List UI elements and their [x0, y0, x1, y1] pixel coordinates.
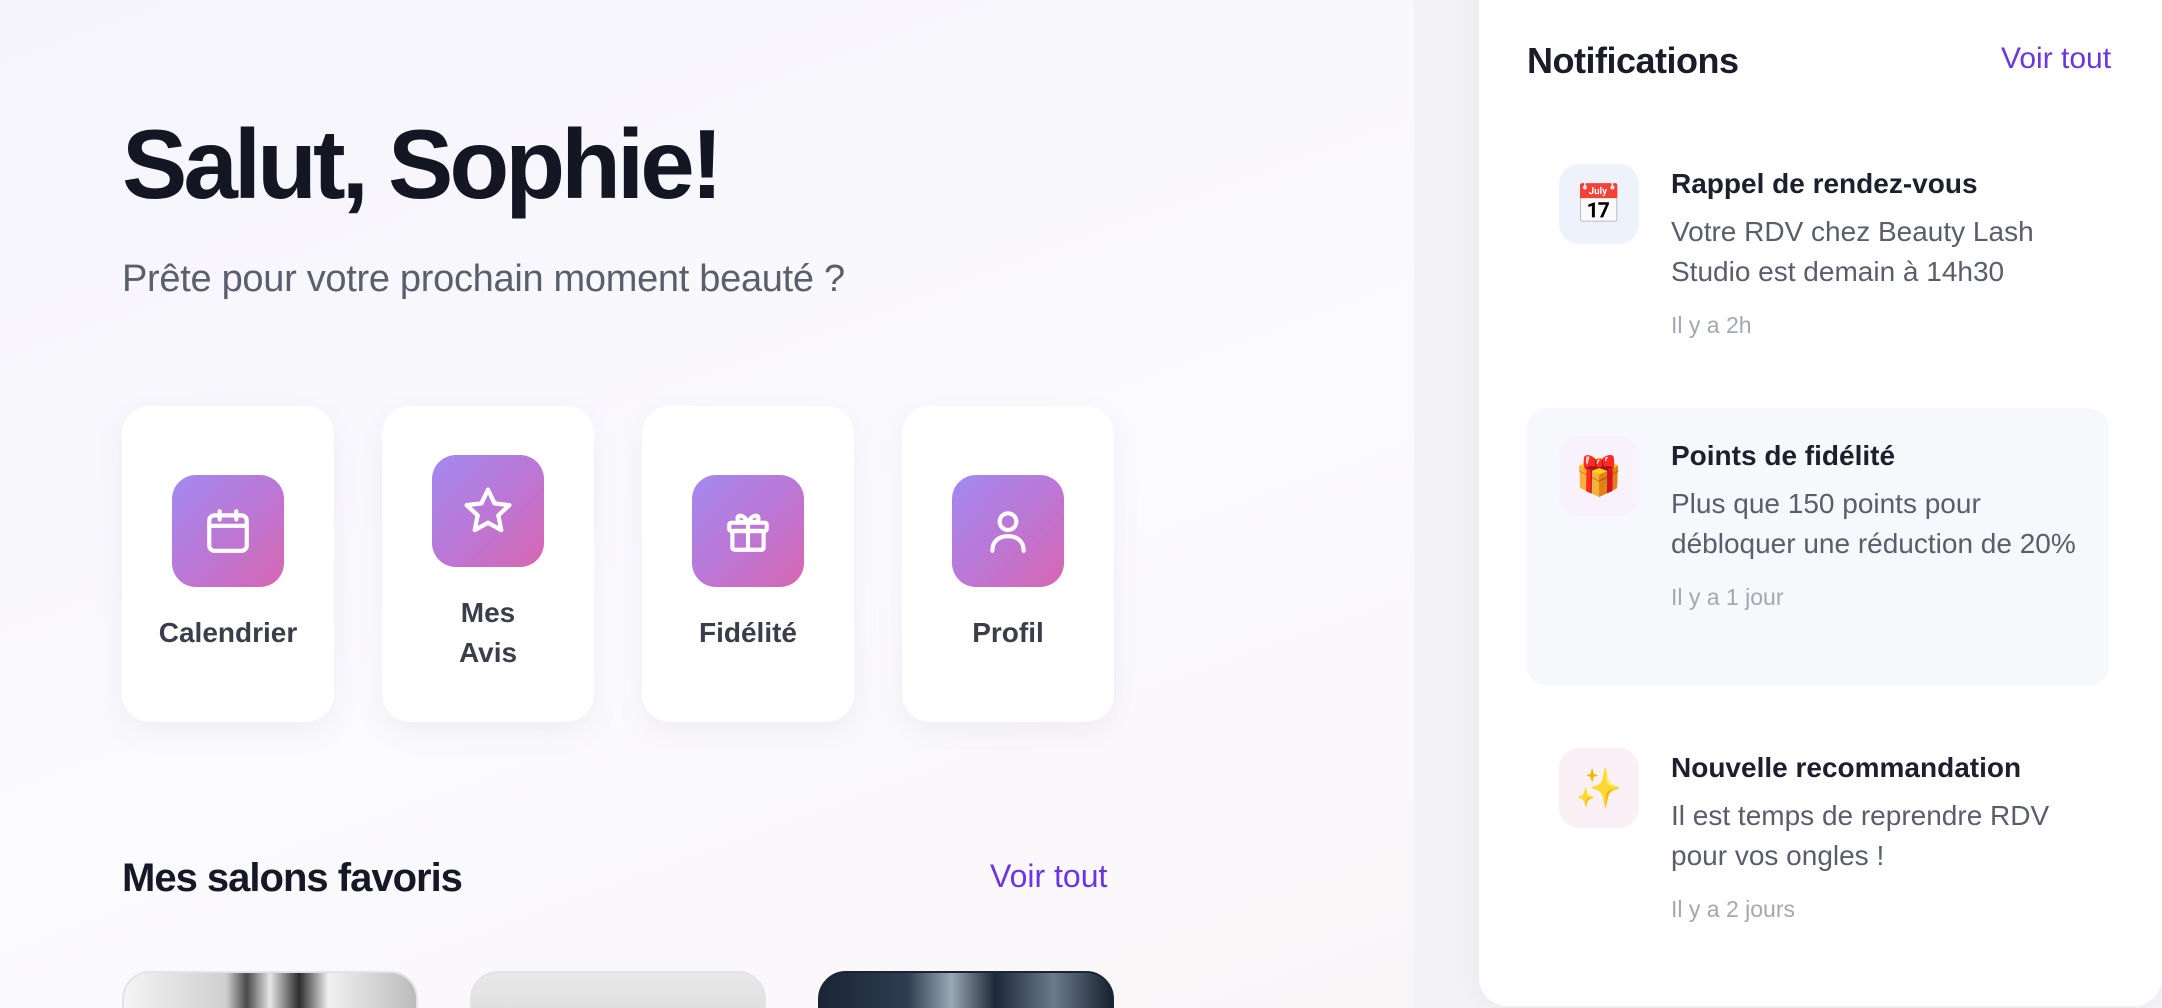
salon-card[interactable]	[122, 971, 418, 1008]
quick-action-loyalty[interactable]: Fidélité	[642, 406, 854, 722]
notification-title: Nouvelle recommandation	[1671, 752, 2022, 783]
quick-action-label: Calendrier	[158, 617, 298, 648]
notification-body: Il est temps de reprendre RDV pour vos o…	[1671, 800, 2050, 871]
notification-item[interactable]: ✨ Nouvelle recommandation Il est temps d…	[1527, 720, 2109, 960]
quick-action-profile[interactable]: Profil	[902, 406, 1114, 722]
calendar-emoji-icon: 📅	[1559, 164, 1639, 244]
greeting-subtitle: Prête pour votre prochain moment beauté …	[122, 258, 845, 300]
quick-action-reviews[interactable]: Mes Avis	[382, 406, 594, 722]
notification-item[interactable]: 📅 Rappel de rendez-vous Votre RDV chez B…	[1527, 136, 2109, 376]
notification-time: Il y a 2 jours	[1671, 896, 1795, 922]
notification-item[interactable]: 🎁 Points de fidélité Plus que 150 points…	[1527, 408, 2109, 686]
gift-emoji-icon: 🎁	[1559, 436, 1639, 516]
gift-icon	[692, 475, 804, 587]
user-icon	[952, 475, 1064, 587]
quick-action-label: Profil	[972, 617, 1044, 648]
quick-action-label: Fidélité	[698, 617, 797, 648]
quick-actions: Calendrier Mes Avis Fidélité Profil	[122, 406, 1114, 722]
favorites-title: Mes salons favoris	[122, 856, 463, 900]
notification-body: Votre RDV chez Beauty Lash Studio est de…	[1671, 216, 2034, 287]
quick-action-label: Mes Avis	[458, 597, 518, 668]
favorite-salons-list	[122, 971, 1114, 1008]
notifications-title: Notifications	[1527, 40, 1739, 81]
sparkles-emoji-icon: ✨	[1559, 748, 1639, 828]
star-icon	[432, 455, 544, 567]
notification-time: Il y a 2h	[1671, 312, 1752, 338]
greeting-title: Salut, Sophie!	[122, 109, 723, 219]
notification-title: Rappel de rendez-vous	[1671, 168, 1978, 199]
favorites-see-all-link[interactable]: Voir tout	[990, 858, 1107, 895]
notification-body: Plus que 150 points pour débloquer une r…	[1671, 488, 2076, 559]
notifications-see-all-link[interactable]: Voir tout	[2001, 42, 2111, 76]
salon-card[interactable]	[818, 971, 1114, 1008]
notification-title: Points de fidélité	[1671, 440, 1896, 471]
salon-card[interactable]	[470, 971, 766, 1008]
notification-time: Il y a 1 jour	[1671, 584, 1784, 610]
quick-action-calendar[interactable]: Calendrier	[122, 406, 334, 722]
notifications-panel: Notifications Voir tout 📅 Rappel de rend…	[1479, 0, 2162, 1006]
calendar-icon	[172, 475, 284, 587]
